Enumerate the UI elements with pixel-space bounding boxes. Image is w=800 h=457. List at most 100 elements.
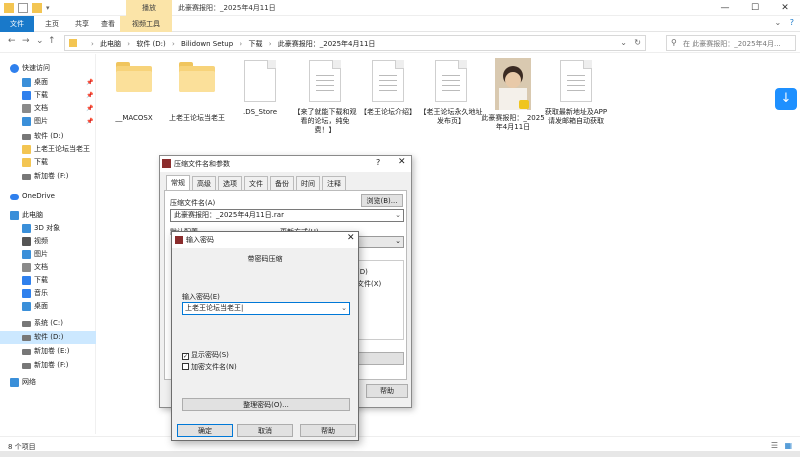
- pin-icon[interactable]: 📌: [86, 102, 93, 115]
- back-arrow-icon[interactable]: ←: [8, 36, 16, 46]
- sidebar-item-download-folder[interactable]: 下载: [0, 156, 96, 169]
- sidebar-item-drive-f-pc[interactable]: 新加卷 (F:): [0, 359, 96, 372]
- computer-icon: [10, 211, 19, 220]
- minimize-button[interactable]: —: [710, 0, 740, 16]
- ribbon-collapse-icon[interactable]: ⌄: [775, 18, 782, 27]
- sidebar-item-drive-d[interactable]: 软件 (D:): [0, 130, 96, 143]
- tab-general[interactable]: 常规: [166, 175, 190, 190]
- large-icons-view-icon[interactable]: ▦: [784, 441, 792, 450]
- crumb-bilidown[interactable]: Bilidown Setup: [181, 40, 233, 48]
- recent-dropdown-icon[interactable]: ⌄: [36, 36, 44, 46]
- sidebar-item-documents[interactable]: 文档 📌: [0, 102, 96, 115]
- file-item-get-address[interactable]: 获取最新地址及APP请发邮箱自动获取: [544, 60, 608, 126]
- file-item-video[interactable]: 此豪赛报阳：_2025年4月11日: [481, 58, 545, 132]
- ok-button[interactable]: 确定: [177, 424, 233, 437]
- tab-backup[interactable]: 备份: [270, 176, 294, 190]
- sidebar-item-downloads[interactable]: 下载 📌: [0, 89, 96, 102]
- set-password-button[interactable]: [354, 352, 404, 365]
- tab-file[interactable]: 文件: [0, 16, 34, 32]
- sidebar-item-documents-pc[interactable]: 文档: [0, 261, 96, 274]
- taskbar: [0, 451, 800, 457]
- chevron-down-icon[interactable]: ⌄: [395, 210, 401, 221]
- sidebar-item-onedrive[interactable]: OneDrive: [0, 190, 96, 203]
- pin-icon[interactable]: 📌: [86, 115, 93, 128]
- help-icon[interactable]: ?: [376, 158, 380, 167]
- crumb-drive-d[interactable]: 软件 (D:): [136, 40, 165, 48]
- folder-icon: [116, 62, 152, 92]
- help-button[interactable]: 帮助: [366, 384, 408, 398]
- sidebar-item-laowang[interactable]: 上老王论坛当老王: [0, 143, 96, 156]
- file-item-macosx[interactable]: __MACOSX: [102, 62, 166, 123]
- download-button[interactable]: ↓: [775, 88, 797, 110]
- sidebar-item-pictures-pc[interactable]: 图片: [0, 248, 96, 261]
- chevron-down-icon[interactable]: ⌄: [341, 303, 347, 314]
- forward-arrow-icon[interactable]: →: [22, 36, 30, 46]
- sidebar-item-drive-f[interactable]: 新加卷 (F:): [0, 170, 96, 183]
- file-item-ds-store[interactable]: .DS_Store: [228, 60, 292, 117]
- tab-files[interactable]: 文件: [244, 176, 268, 190]
- sidebar-item-downloads-pc[interactable]: 下载: [0, 274, 96, 287]
- update-mode-select[interactable]: ⌄: [354, 236, 404, 248]
- sidebar-item-music[interactable]: 音乐: [0, 287, 96, 300]
- close-icon[interactable]: ✕: [398, 157, 406, 167]
- help-button[interactable]: 帮助: [300, 424, 356, 437]
- show-password-checkbox[interactable]: ✓ 显示密码(S): [182, 350, 229, 360]
- refresh-icon[interactable]: ↻: [634, 38, 641, 47]
- search-input[interactable]: ⚲ 在 此豪赛报阳：_2025年4月...: [666, 35, 796, 51]
- search-icon: ⚲: [671, 38, 677, 47]
- browse-button[interactable]: 浏览(B)...: [361, 194, 403, 207]
- tab-view[interactable]: 查看: [96, 16, 120, 32]
- properties-icon[interactable]: [18, 3, 28, 13]
- tab-share[interactable]: 共享: [68, 16, 96, 32]
- new-folder-icon[interactable]: [32, 3, 42, 13]
- sidebar-item-3d-objects[interactable]: 3D 对象: [0, 222, 96, 235]
- option-sfx[interactable]: 文件(X): [357, 279, 381, 289]
- organize-passwords-button[interactable]: 整理密码(O)...: [182, 398, 350, 411]
- crumb-this-pc[interactable]: 此电脑: [100, 40, 121, 48]
- sidebar-item-this-pc[interactable]: 此电脑: [0, 209, 96, 222]
- sidebar-item-pictures[interactable]: 图片 📌: [0, 115, 96, 128]
- crumb-download[interactable]: 下载: [248, 40, 262, 48]
- sidebar-item-quick-access[interactable]: 快速访问: [0, 62, 96, 75]
- address-bar[interactable]: › 此电脑 › 软件 (D:) › Bilidown Setup › 下载 › …: [64, 35, 646, 51]
- window-title: 此豪赛报阳：_2025年4月11日: [178, 4, 276, 12]
- file-item-forum-intro[interactable]: 【老王论坛介绍】: [356, 60, 420, 117]
- cancel-button[interactable]: 取消: [237, 424, 293, 437]
- tab-home[interactable]: 主页: [38, 16, 66, 32]
- password-input[interactable]: 上老王论坛当老王| ⌄: [182, 302, 350, 315]
- tab-time[interactable]: 时间: [296, 176, 320, 190]
- file-item-laowang-folder[interactable]: 上老王论坛当老王: [165, 62, 229, 123]
- help-icon[interactable]: ?: [790, 18, 794, 27]
- pin-icon[interactable]: 📌: [86, 76, 93, 89]
- close-button[interactable]: ✕: [770, 0, 800, 16]
- sidebar-item-drive-c[interactable]: 系统 (C:): [0, 317, 96, 330]
- tab-advanced[interactable]: 高级: [192, 176, 216, 190]
- sidebar-item-desktop-pc[interactable]: 桌面: [0, 300, 96, 313]
- address-dropdown-icon[interactable]: ⌄: [620, 38, 627, 47]
- sidebar-item-desktop[interactable]: 桌面 📌: [0, 76, 96, 89]
- details-view-icon[interactable]: ☰: [771, 441, 778, 450]
- sidebar-item-drive-d-pc[interactable]: 软件 (D:): [0, 331, 96, 344]
- archive-name-field[interactable]: 此豪赛报阳：_2025年4月11日.rar ⌄: [170, 209, 404, 222]
- tab-video-tools[interactable]: 视频工具: [120, 16, 172, 32]
- tab-comment[interactable]: 注释: [322, 176, 346, 190]
- dialog-heading: 带密码压缩: [247, 255, 283, 263]
- file-item-forum-address[interactable]: 【老王论坛永久地址发布页】: [419, 60, 483, 126]
- up-arrow-icon[interactable]: ↑: [48, 36, 56, 46]
- chevron-down-icon: ⌄: [395, 237, 401, 245]
- pin-icon[interactable]: 📌: [86, 89, 93, 102]
- tab-options[interactable]: 选项: [218, 176, 242, 190]
- cube-icon: [22, 224, 31, 233]
- encrypt-filenames-checkbox[interactable]: 加密文件名(N): [182, 362, 237, 372]
- qa-dropdown-icon[interactable]: ▾: [46, 3, 52, 13]
- close-icon[interactable]: ✕: [347, 233, 355, 243]
- sidebar-item-drive-e[interactable]: 新加卷 (E:): [0, 345, 96, 358]
- sidebar-item-videos[interactable]: 视频: [0, 235, 96, 248]
- context-tab-play[interactable]: 播放: [126, 0, 172, 16]
- file-item-forum-free[interactable]: 【来了就能下载和观看的论坛，纯免费！】: [293, 60, 357, 135]
- file-icon: [244, 60, 276, 102]
- sidebar-item-network[interactable]: 网络: [0, 376, 96, 389]
- maximize-button[interactable]: ☐: [740, 0, 770, 16]
- cloud-icon: [10, 194, 19, 200]
- crumb-current[interactable]: 此豪赛报阳：_2025年4月11日: [278, 40, 376, 48]
